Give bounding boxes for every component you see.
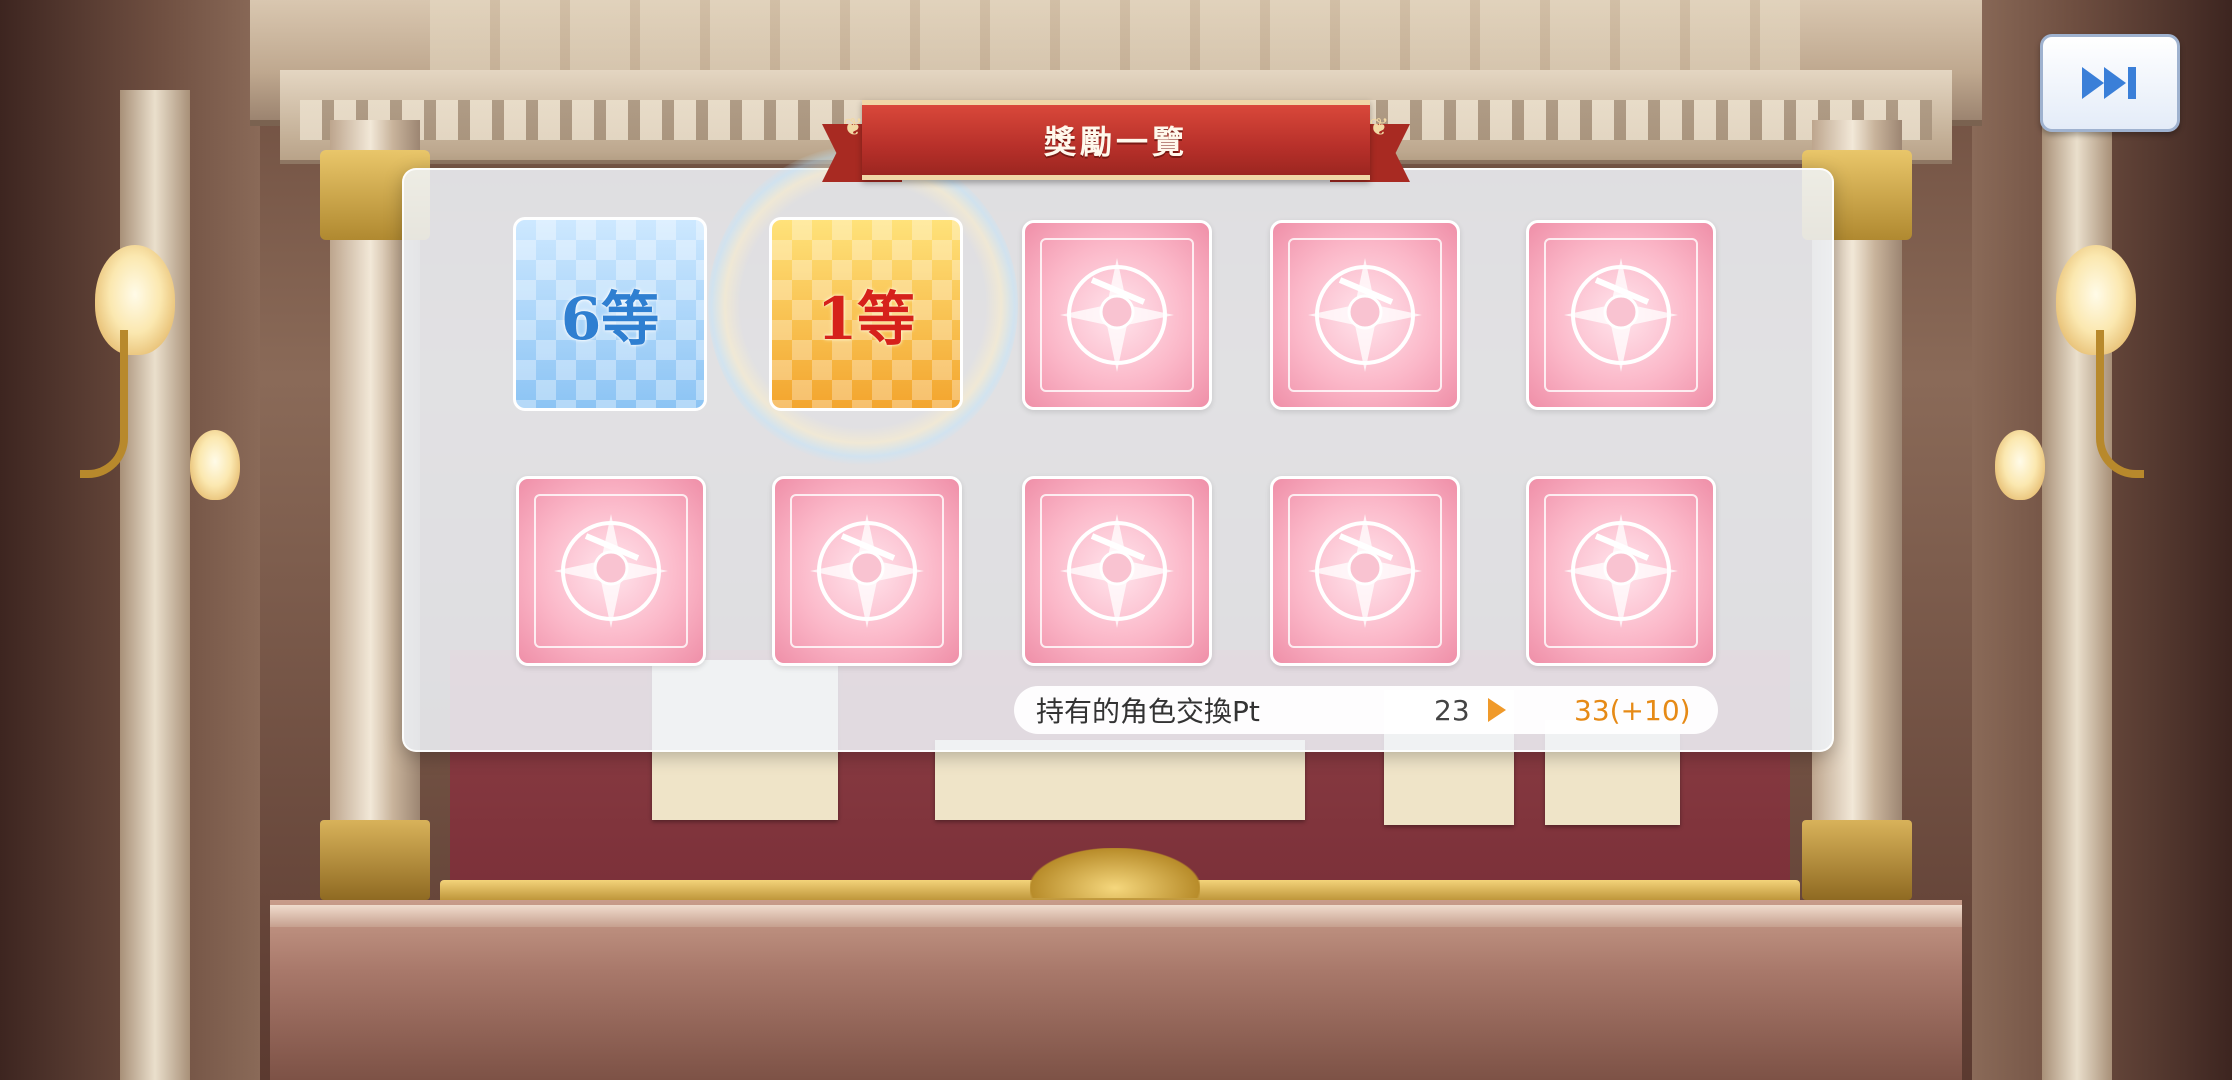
stage bbox=[270, 900, 1962, 1080]
arch-frieze bbox=[430, 0, 1800, 70]
flourish-icon: ❦ bbox=[1368, 113, 1390, 141]
flourish-icon: ❦ bbox=[842, 113, 864, 141]
pillar-base-right bbox=[1802, 820, 1912, 900]
page-title: 獎勵一覽 bbox=[1043, 123, 1188, 161]
gold-ornament bbox=[1030, 848, 1200, 898]
lamp-arm bbox=[2096, 330, 2144, 478]
reward-medal[interactable] bbox=[1022, 476, 1212, 666]
rank-label: 6等 bbox=[560, 285, 660, 353]
reward-medal[interactable] bbox=[1270, 220, 1460, 410]
reward-medal[interactable] bbox=[772, 476, 962, 666]
reward-medal[interactable] bbox=[516, 476, 706, 666]
points-current: 23 bbox=[1434, 693, 1470, 727]
stage-rim bbox=[270, 905, 1962, 927]
sword-knight-emblem-icon bbox=[534, 494, 688, 648]
sword-knight-emblem-icon bbox=[1040, 238, 1194, 392]
sword-knight-emblem-icon bbox=[1288, 238, 1442, 392]
outer-column-left bbox=[120, 90, 190, 1080]
pillar-base-left bbox=[320, 820, 430, 900]
title-banner: 獎勵一覽 ❦ ❦ bbox=[822, 92, 1410, 188]
rank-label: 1等 bbox=[816, 285, 916, 353]
sword-knight-emblem-icon bbox=[1544, 238, 1698, 392]
sword-knight-emblem-icon bbox=[1040, 494, 1194, 648]
fast-forward-icon bbox=[2082, 67, 2136, 99]
exchange-points-bar: 持有的角色交換Pt 23 33(+10) bbox=[1014, 686, 1718, 734]
wall-lamp-icon bbox=[1995, 430, 2045, 500]
reward-medal[interactable] bbox=[1270, 476, 1460, 666]
reward-rank-1[interactable]: 1等 bbox=[769, 217, 963, 411]
sword-knight-emblem-icon bbox=[1544, 494, 1698, 648]
triangle-right-icon bbox=[1488, 698, 1506, 722]
sword-knight-emblem-icon bbox=[790, 494, 944, 648]
lamp-arm bbox=[80, 330, 128, 478]
points-label: 持有的角色交換Pt bbox=[1036, 695, 1260, 728]
reward-medal[interactable] bbox=[1526, 476, 1716, 666]
board-paper bbox=[935, 740, 1305, 820]
sword-knight-emblem-icon bbox=[1288, 494, 1442, 648]
reward-medal[interactable] bbox=[1022, 220, 1212, 410]
banner-body: 獎勵一覽 bbox=[862, 100, 1370, 180]
reward-rank-6[interactable]: 6等 bbox=[513, 217, 707, 411]
points-after: 33(+10) bbox=[1574, 693, 1691, 727]
reward-medal[interactable] bbox=[1526, 220, 1716, 410]
wall-lamp-icon bbox=[190, 430, 240, 500]
outer-column-right bbox=[2042, 90, 2112, 1080]
skip-button[interactable] bbox=[2040, 34, 2180, 132]
